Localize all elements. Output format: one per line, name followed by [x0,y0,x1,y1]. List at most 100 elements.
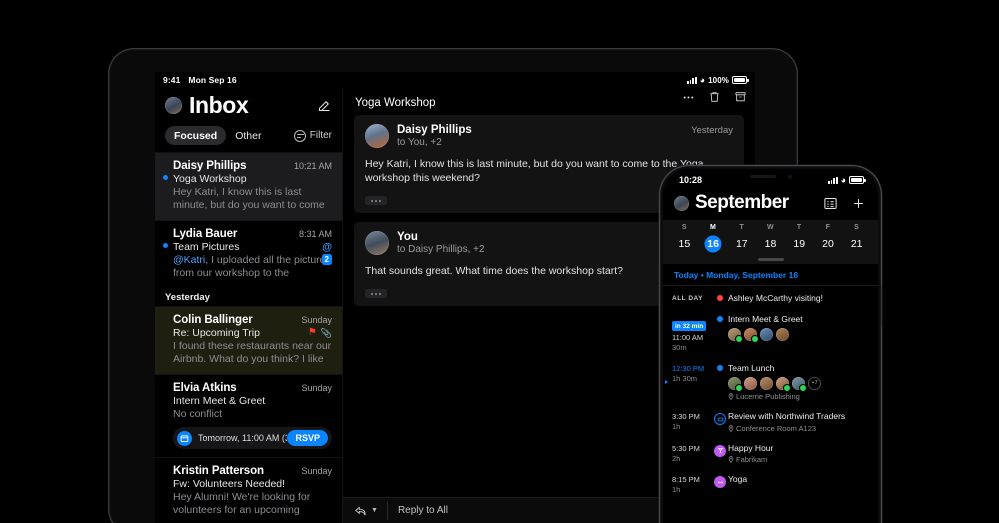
avatar [776,327,789,341]
current-event-caret-icon [665,379,668,384]
mail-list-scroll[interactable]: Daisy Phillips 10:21 AM Yoga Workshop He… [155,152,342,523]
event-color-dot [717,364,723,371]
delete-icon[interactable] [708,90,721,109]
date-cell[interactable]: 21 [842,235,871,253]
account-avatar[interactable] [165,97,182,114]
rsvp-row[interactable]: Tomorrow, 11:00 AM (3... RSVP [173,427,332,449]
event-time: 12:30 PM [672,363,705,373]
expand-quoted-text-icon[interactable] [365,289,387,298]
mail-sender: Daisy Phillips [173,160,247,172]
reply-placeholder[interactable]: Reply to All [398,505,448,516]
avatar [760,376,773,390]
avatar [760,327,773,341]
power-button[interactable] [880,285,882,325]
location-pin-icon [728,456,734,463]
scene: 9:41 Mon Sep 16 ◕ 100% Inbox Focused Oth… [0,0,999,523]
filter-button[interactable]: Filter [293,129,332,142]
weekday-label: W [767,224,775,231]
mail-item-kristin-patterson[interactable]: Kristin Patterson Sunday Fw: Volunteers … [155,457,342,523]
event-title: Review with Northwind Traders [728,411,846,421]
week-dates: 15 16 17 18 19 20 21 [670,235,871,256]
avatar [744,327,758,342]
phone-status-bar: 10:28 ◕ [663,169,878,188]
reading-toolbar [682,90,747,109]
rsvp-button[interactable]: RSVP [287,430,328,446]
expand-calendar-handle[interactable] [757,258,784,261]
phone-calendar-header: September [663,188,878,220]
date-cell[interactable]: 19 [785,235,814,253]
mail-sender: Kristin Patterson [173,465,264,477]
agenda-event-happy-hour[interactable]: 5:30 PM 2h Happy Hour Fabrikam [663,438,878,470]
chevron-down-icon[interactable]: ▼ [371,507,378,514]
phone-device: 10:28 ◕ September S M T W T F S 15 16 17… [659,165,882,523]
event-time: 5:30 PM [672,443,700,453]
compose-icon[interactable] [317,98,332,113]
date-cell-today-number: 16 [707,238,719,250]
date-cell-today[interactable]: 16 [699,235,728,253]
date-cell[interactable]: 20 [814,235,843,253]
event-location: Fabrikam [728,455,868,464]
avatar [728,376,742,391]
agenda-list[interactable]: ALL DAY Ashley McCarthy visiting! in 32 … [663,286,878,501]
date-cell[interactable]: 18 [756,235,785,253]
message-recipients: to Daisy Phillips, +2 [397,244,485,255]
mail-time: 8:31 AM [298,229,332,239]
battery-icon [732,76,749,84]
unread-indicator [163,243,168,248]
accepted-check-icon [752,335,758,342]
tablet-status-bar: 9:41 Mon Sep 16 ◕ 100% [155,72,755,88]
tab-focused[interactable]: Focused [165,126,227,145]
weekday-label: T [796,224,802,231]
week-strip[interactable]: S M T W T F S 15 16 17 18 19 20 21 [663,220,878,264]
event-time: 8:15 PM [672,475,700,484]
reply-all-button[interactable]: ▼ [354,501,388,520]
agenda-event-yoga[interactable]: 8:15 PM 1h Yoga [663,469,878,500]
cellular-signal-icon [687,76,697,84]
mail-item-lydia-bauer[interactable]: Lydia Bauer 8:31 AM Team Pictures @ @Kat [155,220,342,288]
month-title: September [695,192,789,213]
avatar [792,376,806,391]
attendee-overflow-count: +7 [808,377,821,390]
mail-time: Sunday [301,383,332,393]
cocktail-icon [714,444,726,457]
event-title: Yoga [728,474,748,484]
account-avatar[interactable] [674,195,689,211]
more-options-icon[interactable] [682,91,695,109]
mail-list-header: Inbox [155,88,342,121]
mail-item-elvia-atkins[interactable]: Elvia Atkins Sunday Intern Meet & Greet … [155,374,342,457]
event-duration: 1h 30m [672,373,698,383]
event-time: 11:00 AM [672,332,704,342]
date-cell[interactable]: 17 [727,235,756,253]
archive-icon[interactable] [734,90,747,109]
mail-item-colin-ballinger[interactable]: Colin Ballinger Sunday Re: Upcoming Trip… [155,306,342,374]
agenda-event-ashley[interactable]: ALL DAY Ashley McCarthy visiting! [663,288,878,309]
attendee-avatars [728,327,868,342]
agenda-event-review-northwind[interactable]: 3:30 PM 1h Review with Northwind Traders… [663,406,878,438]
event-duration: 2h [672,453,681,463]
agenda-view-icon[interactable] [823,196,838,211]
add-event-icon[interactable] [851,196,866,211]
filter-icon [293,129,306,142]
teams-meeting-icon [714,413,726,425]
mail-subject: Fw: Volunteers Needed! [173,478,286,490]
weekday-label: F [825,224,831,231]
expand-quoted-text-icon[interactable] [365,196,387,205]
mail-preview-mention: @Katri [173,254,206,266]
battery-percent: 100% [708,75,729,85]
page-title: Inbox [189,92,249,118]
mail-list-pane: Inbox Focused Other Filter Daisy Phillip… [155,88,343,523]
mail-item-daisy-phillips[interactable]: Daisy Phillips 10:21 AM Yoga Workshop He… [155,152,342,220]
avatar [776,376,790,391]
mail-preview: Hey Katri, I know this is last minute, b… [173,186,325,211]
location-pin-icon [728,424,734,432]
phone-screen: 10:28 ◕ September S M T W T F S 15 16 17… [663,169,878,523]
accepted-check-icon [736,335,742,342]
attendee-avatars: +7 [728,376,868,391]
agenda-event-intern-meet[interactable]: in 32 min 11:00 AM 30m Intern Meet & Gre… [663,309,878,358]
agenda-event-team-lunch[interactable]: 12:30 PM 1h 30m Team Lunch +7 Lucerne Pu… [663,358,878,407]
avatar [744,376,757,390]
today-date-label: Today • Monday, September 16 [663,264,878,286]
tab-other[interactable]: Other [226,126,270,145]
date-cell[interactable]: 15 [670,235,699,253]
event-location-text: Fabrikam [736,455,768,464]
